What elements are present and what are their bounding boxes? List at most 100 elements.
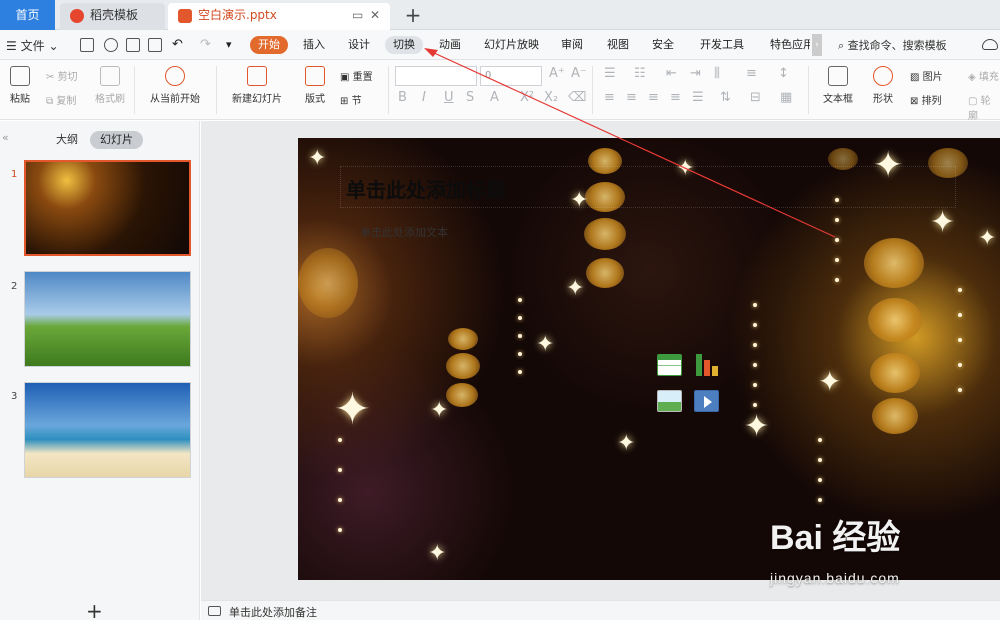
- distribute-icon[interactable]: ☰: [692, 90, 704, 105]
- light-dot: [338, 438, 342, 442]
- clear-format-icon[interactable]: ⌫: [568, 90, 586, 105]
- subscript-icon[interactable]: X₂: [544, 90, 558, 105]
- font-family-select[interactable]: [395, 66, 477, 86]
- paragraph-spacing-icon[interactable]: ≡: [746, 66, 757, 81]
- align-center-icon[interactable]: ≡: [626, 90, 637, 105]
- fill-button[interactable]: ◈ 填充: [968, 68, 999, 83]
- sparkle: ✦: [536, 332, 555, 357]
- print-preview-icon[interactable]: [148, 38, 162, 52]
- content-placeholder[interactable]: 单击此处添加文本: [360, 224, 448, 240]
- copy-button[interactable]: ⧉ 复制: [46, 92, 76, 107]
- command-search[interactable]: ⌕ 查找命令、搜索模板: [838, 37, 947, 53]
- bullet-list-icon[interactable]: ☰: [604, 66, 616, 81]
- menu-tab-security[interactable]: 安全: [652, 36, 674, 54]
- new-tab-button[interactable]: +: [400, 2, 426, 28]
- shape-button[interactable]: 形状: [866, 66, 900, 105]
- insert-video-icon[interactable]: [694, 390, 719, 412]
- cut-button[interactable]: ✂ 剪切: [46, 68, 78, 83]
- text-box-button[interactable]: 文本框: [816, 66, 860, 105]
- template-tab-label: 稻壳模板: [90, 8, 139, 22]
- light-dot: [518, 370, 522, 374]
- slide-thumbnail-2[interactable]: [24, 271, 191, 367]
- align-right-icon[interactable]: ≡: [648, 90, 659, 105]
- numbered-list-icon[interactable]: ☷: [634, 66, 646, 81]
- collapse-panel-icon[interactable]: «: [2, 131, 9, 144]
- picture-label: 图片: [922, 72, 943, 83]
- document-tab[interactable]: 空白演示.pptx ▭ ✕: [168, 3, 390, 30]
- menu-tab-animations[interactable]: 动画: [439, 36, 461, 54]
- section-button[interactable]: ⊞ 节: [340, 92, 362, 107]
- font-color-icon[interactable]: A: [490, 90, 499, 105]
- template-tab[interactable]: 稻壳模板: [60, 3, 165, 30]
- redo-icon[interactable]: ↷: [200, 36, 211, 54]
- file-menu[interactable]: ☰ 文件 ⌄: [6, 37, 59, 54]
- undo-icon[interactable]: ↶: [172, 36, 183, 54]
- bokeh-light: [446, 353, 480, 379]
- title-placeholder[interactable]: 单击此处添加标题: [346, 174, 506, 203]
- bokeh-light: [448, 328, 478, 350]
- shadow-icon[interactable]: S: [466, 90, 474, 105]
- insert-picture-icon[interactable]: [657, 390, 682, 412]
- menu-tab-review[interactable]: 审阅: [561, 36, 583, 54]
- menu-tab-insert[interactable]: 插入: [303, 36, 325, 54]
- slide-thumbnail-1[interactable]: [24, 160, 191, 256]
- underline-icon[interactable]: U: [444, 90, 454, 105]
- new-slide-button[interactable]: 新建幻灯片: [224, 66, 290, 105]
- tab-slides[interactable]: 幻灯片: [90, 131, 143, 149]
- home-tab[interactable]: 首页: [0, 0, 55, 30]
- play-from-current-button[interactable]: 从当前开始: [142, 66, 208, 105]
- cloud-icon[interactable]: [982, 39, 998, 50]
- align-left-icon[interactable]: ≡: [604, 90, 615, 105]
- menu-scroll-right-icon[interactable]: ›: [812, 34, 822, 56]
- format-painter-button[interactable]: 格式刷: [92, 66, 128, 105]
- play-from-current-label: 从当前开始: [150, 94, 200, 105]
- close-tab-icon[interactable]: ✕: [370, 3, 380, 28]
- menu-tab-transitions[interactable]: 切换: [385, 36, 423, 54]
- layout-button[interactable]: 版式: [298, 66, 332, 105]
- menu-tab-view[interactable]: 视图: [607, 36, 629, 54]
- columns-icon[interactable]: ⫼: [714, 66, 720, 81]
- arrange-button[interactable]: ⊠ 排列: [910, 92, 942, 107]
- increase-font-icon[interactable]: A⁺: [549, 66, 565, 81]
- bokeh-light: [870, 353, 920, 393]
- superscript-icon[interactable]: X²: [520, 90, 534, 105]
- light-dot: [518, 316, 522, 320]
- align-text-icon[interactable]: ⊟: [750, 90, 761, 105]
- save-icon[interactable]: [80, 38, 94, 52]
- insert-chart-icon[interactable]: [694, 354, 719, 376]
- notes-placeholder[interactable]: 单击此处添加备注: [229, 604, 317, 620]
- bold-icon[interactable]: B: [398, 90, 407, 105]
- slide-thumbnail-3[interactable]: [24, 382, 191, 478]
- menu-tab-slideshow[interactable]: 幻灯片放映: [484, 36, 539, 54]
- justify-icon[interactable]: ≡: [670, 90, 681, 105]
- customize-toolbar-icon[interactable]: ▾: [226, 36, 232, 54]
- menu-tab-features[interactable]: 特色应用: [770, 36, 810, 54]
- chevron-down-icon: ⌄: [48, 39, 59, 53]
- print-icon[interactable]: [126, 38, 140, 52]
- outline-button[interactable]: ▢ 轮廓: [968, 92, 1000, 122]
- menu-tab-developer[interactable]: 开发工具: [700, 36, 744, 54]
- italic-icon[interactable]: I: [422, 90, 426, 105]
- tab-outline[interactable]: 大纲: [56, 131, 78, 149]
- insert-table-icon[interactable]: [657, 354, 682, 376]
- decrease-indent-icon[interactable]: ⇤: [666, 66, 677, 81]
- font-size-select[interactable]: 0: [480, 66, 542, 86]
- menu-tab-design[interactable]: 设计: [348, 36, 370, 54]
- picture-button[interactable]: ▨ 图片: [910, 68, 943, 83]
- slide-panel: « 大纲 幻灯片 1 2 3 +: [0, 121, 200, 620]
- notes-bar[interactable]: 单击此处添加备注: [201, 600, 1000, 620]
- paste-button[interactable]: 粘贴: [4, 66, 36, 105]
- increase-indent-icon[interactable]: ⇥: [690, 66, 701, 81]
- reset-button[interactable]: ▣ 重置: [340, 68, 373, 83]
- bokeh-light: [584, 218, 626, 250]
- light-dot: [958, 388, 962, 392]
- menu-tab-start[interactable]: 开始: [250, 36, 288, 54]
- smartart-icon[interactable]: ▦: [780, 90, 792, 105]
- light-dot: [518, 352, 522, 356]
- line-spacing-icon[interactable]: ↕: [778, 66, 789, 81]
- text-direction-icon[interactable]: ⇅: [720, 90, 731, 105]
- decrease-font-icon[interactable]: A⁻: [571, 66, 587, 81]
- export-pdf-icon[interactable]: [104, 38, 118, 52]
- add-slide-icon[interactable]: +: [86, 599, 103, 620]
- window-restore-icon[interactable]: ▭: [352, 3, 363, 28]
